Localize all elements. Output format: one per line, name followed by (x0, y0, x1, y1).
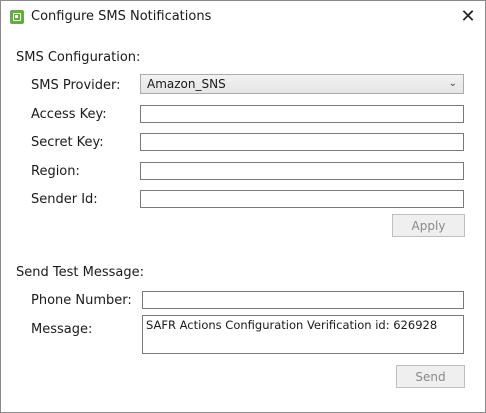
phone-number-label: Phone Number: (31, 293, 132, 308)
phone-number-input[interactable] (142, 291, 464, 309)
secret-key-label: Secret Key: (31, 135, 104, 150)
sender-id-input[interactable] (140, 190, 464, 208)
region-label: Region: (31, 164, 80, 179)
sms-provider-dropdown[interactable]: Amazon_SNS ⌄ (140, 74, 464, 94)
access-key-input[interactable] (140, 105, 464, 123)
title-bar: Configure SMS Notifications ✕ (1, 1, 485, 33)
chevron-down-icon: ⌄ (448, 78, 457, 89)
window-title: Configure SMS Notifications (31, 9, 212, 24)
sms-app-icon (10, 10, 24, 24)
message-label: Message: (31, 322, 93, 337)
close-button[interactable]: ✕ (451, 1, 485, 31)
sms-provider-label: SMS Provider: (31, 78, 121, 93)
apply-button[interactable]: Apply (392, 214, 465, 237)
configure-sms-dialog: Configure SMS Notifications ✕ SMS Config… (0, 0, 486, 413)
secret-key-input[interactable] (140, 133, 464, 151)
access-key-label: Access Key: (31, 107, 107, 122)
sms-configuration-heading: SMS Configuration: (16, 50, 141, 65)
sender-id-label: Sender Id: (31, 192, 98, 207)
sms-provider-value: Amazon_SNS (147, 77, 226, 91)
region-input[interactable] (140, 162, 464, 180)
send-test-message-heading: Send Test Message: (16, 265, 144, 280)
close-icon: ✕ (460, 5, 476, 27)
send-button[interactable]: Send (396, 365, 465, 388)
message-textarea[interactable]: SAFR Actions Configuration Verification … (142, 315, 464, 354)
